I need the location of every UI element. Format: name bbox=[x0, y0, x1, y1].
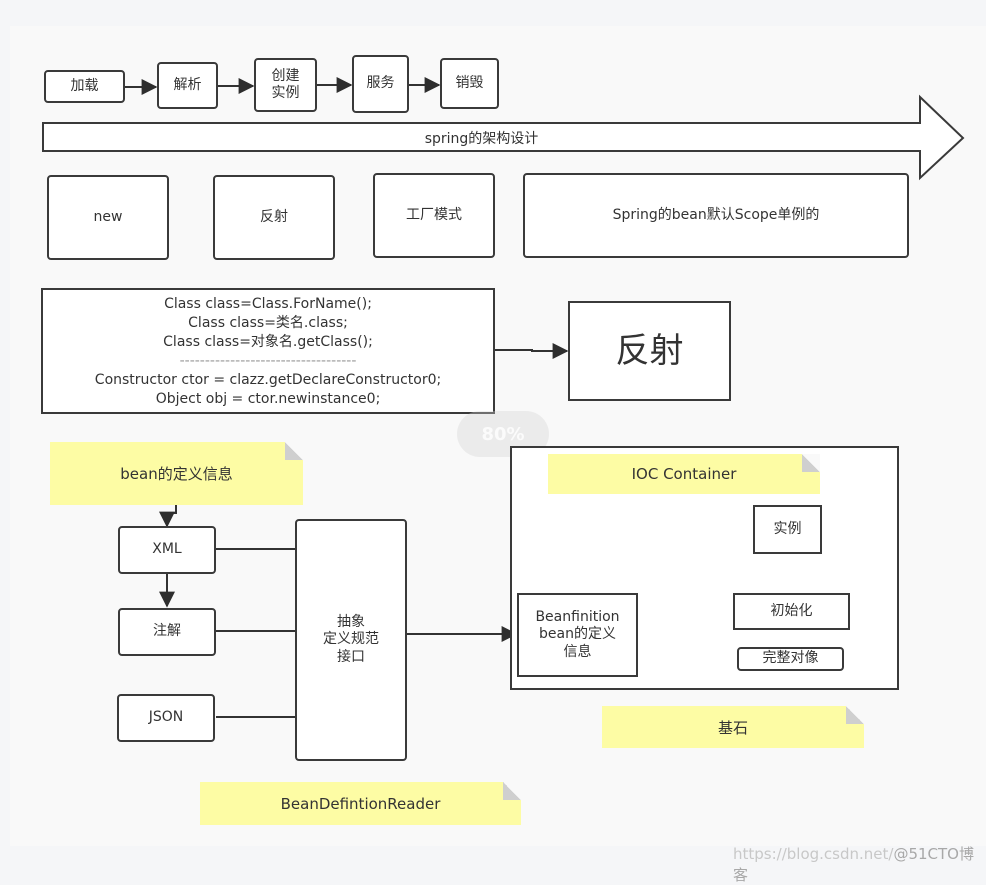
ioc-container-note-label: IOC Container bbox=[631, 465, 737, 483]
lifecycle-step-destroy: 销毁 bbox=[440, 58, 499, 109]
source-annotation: 注解 bbox=[118, 608, 216, 656]
foundation-note-label: 基石 bbox=[717, 718, 748, 737]
code-line: Constructor ctor = clazz.getDeclareConst… bbox=[94, 372, 442, 388]
reflection-code-box: Class class=Class.ForName(); Class class… bbox=[41, 288, 495, 414]
code-line: Class class=对象名.getClass(); bbox=[163, 334, 373, 350]
bean-definition-reader-label: BeanDefintionReader bbox=[280, 794, 441, 813]
complete-object-box: 完整对像 bbox=[737, 647, 844, 671]
lifecycle-step-load: 加载 bbox=[44, 70, 125, 103]
code-line: Class class=Class.ForName(); bbox=[164, 296, 372, 312]
foundation-note: 基石 bbox=[602, 706, 864, 748]
initialize-box: 初始化 bbox=[733, 593, 850, 630]
method-singleton-scope: Spring的bean默认Scope单例的 bbox=[523, 173, 909, 258]
method-reflection: 反射 bbox=[213, 175, 335, 260]
abstract-interface-box: 抽象 定义规范 接口 bbox=[295, 519, 407, 761]
code-separator: ----------------------------------- bbox=[179, 353, 357, 369]
note-fold-icon bbox=[846, 706, 864, 724]
code-line: Object obj = ctor.newinstance0; bbox=[155, 391, 381, 407]
method-new: new bbox=[47, 175, 169, 260]
instance-box: 实例 bbox=[753, 505, 822, 554]
note-fold-icon bbox=[503, 782, 521, 800]
code-line: Class class=类名.class; bbox=[188, 315, 348, 331]
lifecycle-step-parse: 解析 bbox=[157, 62, 218, 109]
lifecycle-step-create-instance: 创建 实例 bbox=[254, 58, 317, 112]
source-xml: XML bbox=[118, 526, 216, 574]
reflection-target-box: 反射 bbox=[568, 301, 731, 401]
note-fold-icon bbox=[802, 454, 820, 472]
architecture-arrow-label: spring的架构设计 bbox=[424, 131, 539, 147]
source-json: JSON bbox=[117, 694, 215, 742]
bean-definition-box: Beanfinition bean的定义 信息 bbox=[517, 593, 638, 677]
note-fold-icon bbox=[285, 442, 303, 460]
bean-definition-note-label: bean的定义信息 bbox=[120, 465, 233, 483]
method-factory-pattern: 工厂模式 bbox=[373, 173, 495, 258]
bean-definition-reader-note: BeanDefintionReader bbox=[200, 782, 521, 825]
bean-definition-note: bean的定义信息 bbox=[50, 442, 303, 505]
ioc-container-note: IOC Container bbox=[548, 454, 820, 494]
lifecycle-step-service: 服务 bbox=[352, 55, 409, 113]
watermark-url: https://blog.csdn.net/ bbox=[733, 845, 894, 863]
watermark: https://blog.csdn.net/@51CTO博客 bbox=[733, 843, 986, 885]
